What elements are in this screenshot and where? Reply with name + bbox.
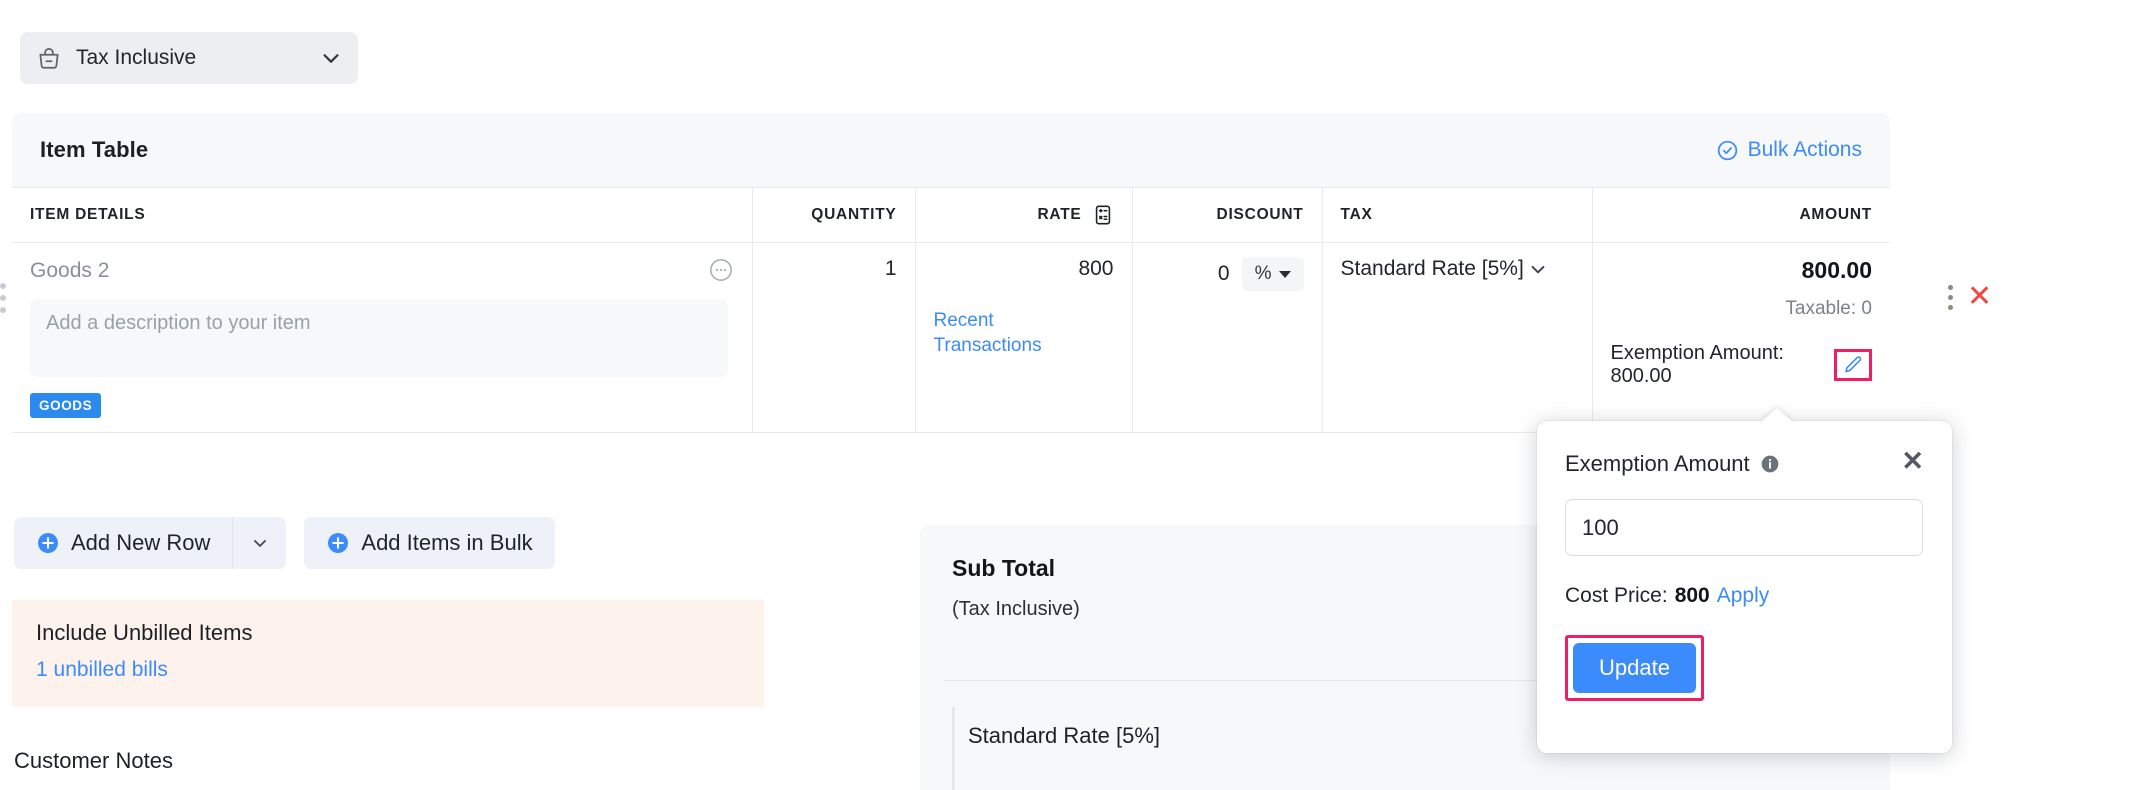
ellipsis-circle-icon[interactable] (708, 257, 734, 283)
cell-amount: 800.00 Taxable: 0 Exemption Amount: 800.… (1591, 242, 1890, 433)
check-circle-icon (1716, 139, 1739, 162)
exemption-amount-popup: Exemption Amount ✕ 100 Cost Price: 800 A… (1537, 421, 1952, 753)
discount-unit-dropdown[interactable]: % (1241, 257, 1304, 291)
cell-item-details: Goods 2 Add a description to your item G… (12, 242, 752, 433)
item-description-input[interactable]: Add a description to your item (30, 299, 728, 377)
tax-mode-select[interactable]: Tax Inclusive (20, 32, 358, 84)
add-items-in-bulk-label: Add Items in Bulk (361, 530, 533, 555)
col-discount: DISCOUNT (1131, 187, 1322, 243)
add-new-row-label: Add New Row (71, 530, 211, 555)
customer-notes-label: Customer Notes (14, 748, 173, 773)
col-amount: AMOUNT (1591, 187, 1890, 243)
cost-price-label: Cost Price: (1565, 584, 1668, 607)
discount-input[interactable]: 0 (1218, 257, 1230, 286)
taxable-value: Taxable: 0 (1785, 298, 1872, 319)
add-new-row-button[interactable]: Add New Row (14, 517, 233, 569)
cell-rate: 800 Recent Transactions (914, 242, 1132, 433)
cell-discount: 0 % (1131, 242, 1322, 433)
item-actions: Add New Row Add Items in Bulk (14, 517, 555, 569)
vertical-dots-icon[interactable] (1948, 284, 1953, 310)
bulk-actions-label: Bulk Actions (1747, 138, 1862, 161)
exemption-amount-value: Exemption Amount: 800.00 (1610, 342, 1784, 387)
amount-value: 800.00 (1801, 257, 1872, 283)
page-title: Item Table (40, 137, 149, 162)
add-new-row-group: Add New Row (14, 517, 287, 569)
table-row: Goods 2 Add a description to your item G… (12, 242, 1890, 433)
row-controls: ✕ (1948, 282, 1992, 312)
update-button[interactable]: Update (1573, 643, 1696, 693)
summary-accent-bar (952, 707, 955, 790)
col-tax: TAX (1321, 187, 1592, 243)
discount-unit-label: % (1254, 263, 1272, 284)
pencil-icon[interactable] (1842, 354, 1864, 376)
caret-down-icon (1278, 270, 1291, 278)
tax-mode-label: Tax Inclusive (76, 46, 197, 69)
item-table-card: Item Table Bulk Actions ITEM DETAILS QUA… (12, 113, 1890, 433)
popup-arrow (1760, 408, 1794, 423)
update-button-highlight: Update (1565, 635, 1704, 701)
cell-tax: Standard Rate [5%] (1321, 242, 1592, 433)
add-items-in-bulk-button[interactable]: Add Items in Bulk (304, 517, 555, 569)
unbilled-bills-link[interactable]: 1 unbilled bills (36, 658, 740, 682)
item-table-header: Item Table Bulk Actions (12, 113, 1890, 187)
edit-exemption-highlight (1834, 349, 1872, 381)
col-item-details: ITEM DETAILS (12, 187, 752, 243)
item-table: ITEM DETAILS QUANTITY RATE DISCOUNT TAX … (12, 187, 1890, 433)
col-rate: RATE (914, 187, 1132, 243)
cost-price-row: Cost Price: 800 Apply (1565, 584, 1924, 608)
bulk-actions-button[interactable]: Bulk Actions (1716, 138, 1862, 162)
close-x-icon[interactable]: ✕ (1967, 282, 1992, 312)
table-header-row: ITEM DETAILS QUANTITY RATE DISCOUNT TAX … (12, 187, 1890, 243)
apply-link[interactable]: Apply (1717, 584, 1770, 608)
close-icon[interactable]: ✕ (1901, 448, 1924, 475)
cost-price-value: 800 (1674, 584, 1710, 607)
item-type-badge: GOODS (30, 393, 102, 418)
col-quantity: QUANTITY (751, 187, 915, 243)
plus-circle-icon (36, 531, 60, 555)
plus-circle-icon (326, 531, 350, 555)
calculator-icon[interactable] (1092, 204, 1114, 226)
popup-title-row: Exemption Amount (1565, 451, 1780, 477)
bag-minus-icon (36, 45, 62, 71)
exemption-amount-input[interactable]: 100 (1565, 499, 1923, 556)
rate-input[interactable]: 800 (934, 257, 1113, 281)
chevron-down-icon (253, 540, 266, 547)
invoice-item-table-screen: Tax Inclusive Item Table Bulk Actions IT… (0, 0, 2150, 790)
recent-transactions-link[interactable]: Recent Transactions (934, 309, 1054, 358)
tax-select-label: Standard Rate [5%] (1340, 257, 1524, 280)
cell-quantity: 1 (751, 242, 915, 433)
chevron-down-icon (1528, 259, 1548, 279)
quantity-input[interactable]: 1 (771, 257, 897, 281)
drag-handle-icon[interactable] (0, 277, 10, 319)
item-name[interactable]: Goods 2 (30, 257, 109, 283)
info-icon[interactable] (1760, 454, 1780, 474)
summary-tax-row-label: Standard Rate [5%] (968, 723, 1161, 748)
chevron-down-icon (320, 47, 342, 69)
popup-title: Exemption Amount (1565, 451, 1750, 476)
unbilled-items-banner: Include Unbilled Items 1 unbilled bills (12, 600, 764, 707)
add-new-row-dropdown[interactable] (232, 517, 287, 569)
unbilled-title: Include Unbilled Items (36, 620, 253, 645)
tax-select[interactable]: Standard Rate [5%] (1341, 257, 1574, 281)
col-rate-label: RATE (1037, 206, 1082, 223)
